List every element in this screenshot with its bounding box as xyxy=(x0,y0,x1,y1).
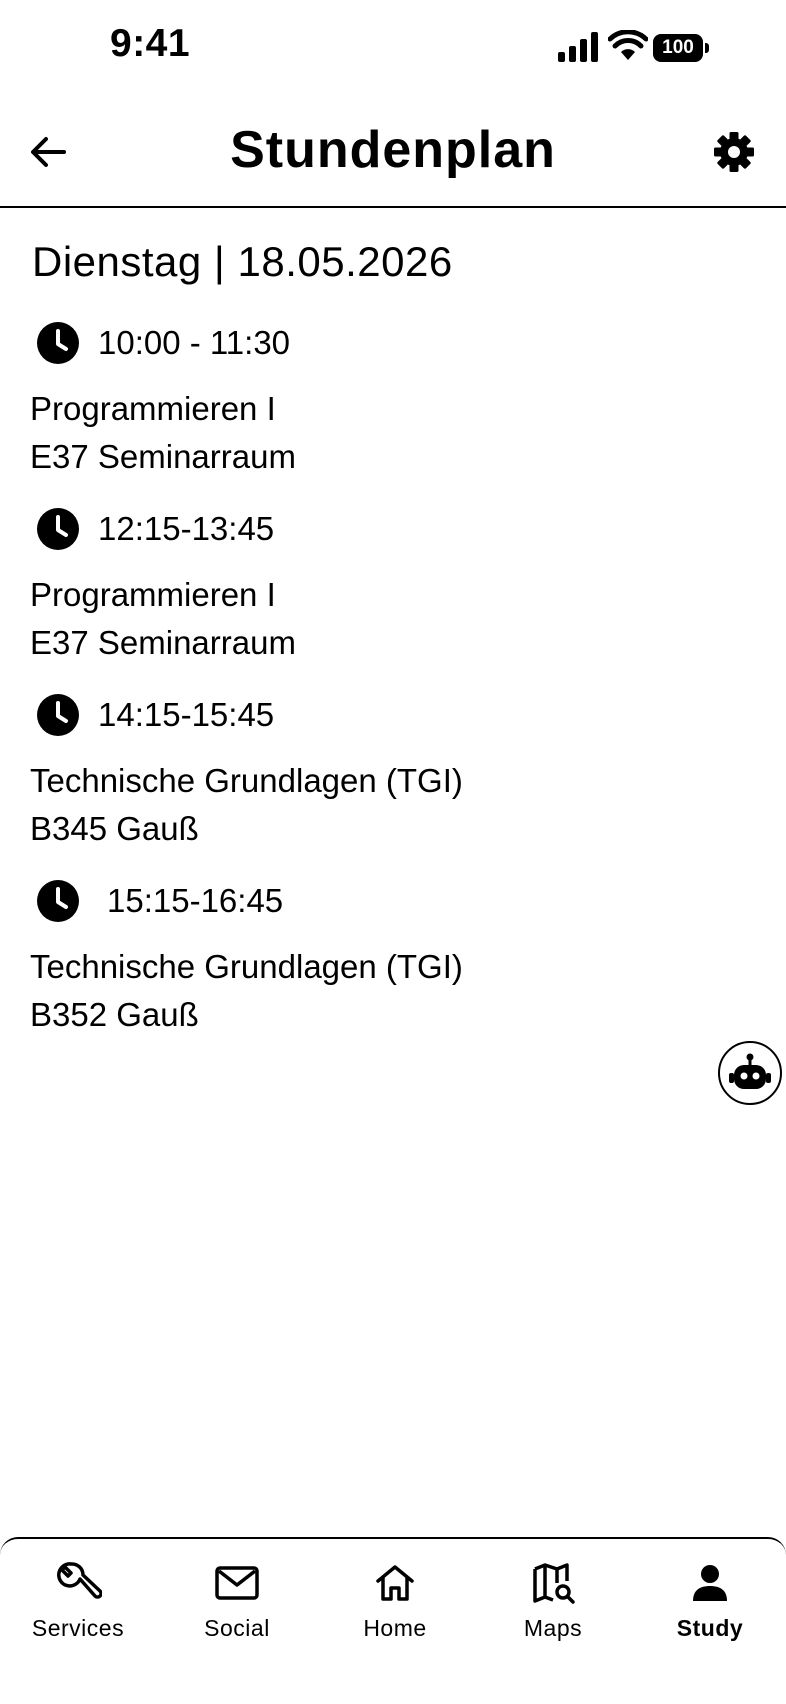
header: Stundenplan xyxy=(0,100,786,208)
person-icon xyxy=(693,1565,727,1601)
time-row: 15:15-16:45 xyxy=(30,878,730,924)
chatbot-button[interactable] xyxy=(718,1041,782,1105)
time-row: 10:00 - 11:30 xyxy=(30,320,730,366)
nav-label: Study xyxy=(676,1615,744,1641)
entry-time: 14:15-15:45 xyxy=(98,696,275,733)
nav-item-services[interactable]: Services xyxy=(3,1559,153,1669)
settings-button[interactable] xyxy=(712,130,756,174)
robot-icon xyxy=(729,1053,771,1089)
nav-label: Home xyxy=(363,1615,427,1641)
date-heading: Dienstag | 18.05.2026 xyxy=(32,238,453,285)
clock-icon xyxy=(37,322,79,364)
nav-label: Services xyxy=(31,1615,125,1641)
bottom-nav: Services Social Home Maps Study xyxy=(0,1537,786,1704)
entry-room: B345 Gauß xyxy=(30,810,199,847)
entry-room: E37 Seminarraum xyxy=(30,438,296,475)
entry-time: 12:15-13:45 xyxy=(98,510,275,547)
status-bar: 9:41 100 xyxy=(0,0,786,100)
gear-icon xyxy=(714,132,754,172)
schedule-entry: 10:00 - 11:30 Programmieren I E37 Semina… xyxy=(30,320,730,475)
nav-label: Maps xyxy=(523,1615,583,1641)
schedule-entry: 14:15-15:45 Technische Grundlagen (TGI) … xyxy=(30,692,730,847)
wifi-icon xyxy=(608,30,648,60)
home-icon xyxy=(376,1565,414,1601)
entry-course: Programmieren I xyxy=(30,576,276,613)
status-time: 9:41 xyxy=(110,22,191,65)
mail-icon xyxy=(215,1566,259,1600)
battery-level: 100 xyxy=(653,34,703,62)
entry-time: 10:00 - 11:30 xyxy=(98,324,291,361)
entry-course: Programmieren I xyxy=(30,390,276,427)
entry-room: B352 Gauß xyxy=(30,996,199,1033)
nav-label: Social xyxy=(204,1615,270,1641)
clock-icon xyxy=(37,508,79,550)
nav-item-maps[interactable]: Maps xyxy=(478,1559,628,1669)
page-title: Stundenplan xyxy=(230,121,556,179)
cellular-signal-icon xyxy=(558,32,598,62)
entry-course: Technische Grundlagen (TGI) xyxy=(30,948,463,985)
time-row: 12:15-13:45 xyxy=(30,506,730,552)
entry-time: 15:15-16:45 xyxy=(107,882,284,919)
clock-icon xyxy=(37,694,79,736)
nav-item-home[interactable]: Home xyxy=(320,1559,470,1669)
entry-room: E37 Seminarraum xyxy=(30,624,296,661)
schedule-entry: 15:15-16:45 Technische Grundlagen (TGI) … xyxy=(30,878,730,1033)
nav-item-study[interactable]: Study xyxy=(635,1559,785,1669)
map-search-icon xyxy=(533,1563,575,1604)
nav-item-social[interactable]: Social xyxy=(162,1559,312,1669)
battery-icon: 100 xyxy=(653,34,711,62)
time-row: 14:15-15:45 xyxy=(30,692,730,738)
schedule-entry: 12:15-13:45 Programmieren I E37 Seminarr… xyxy=(30,506,730,661)
clock-icon xyxy=(37,880,79,922)
wrench-icon xyxy=(57,1562,102,1599)
entry-course: Technische Grundlagen (TGI) xyxy=(30,762,463,799)
